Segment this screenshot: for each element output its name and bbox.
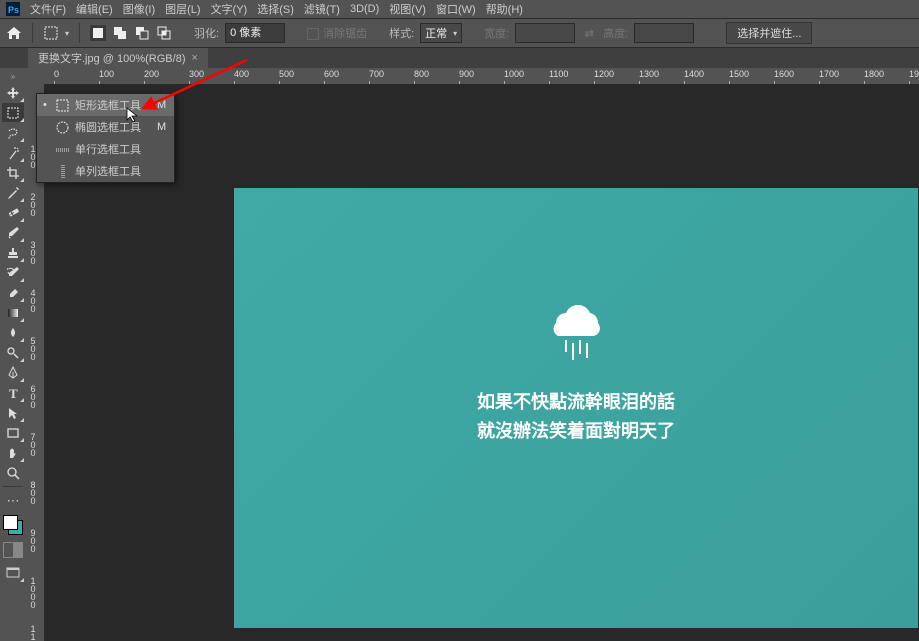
screen-mode-toggle[interactable] [2, 563, 24, 582]
dodge-tool[interactable] [2, 343, 24, 362]
height-input [634, 23, 694, 43]
selection-new-icon[interactable] [90, 25, 106, 41]
menu-help[interactable]: 帮助(H) [486, 1, 523, 17]
toolbar-grip[interactable]: » [2, 72, 24, 82]
selection-subtract-icon[interactable] [134, 25, 150, 41]
canvas[interactable]: 如果不快點流幹眼泪的話 就沒辦法笑着面對明天了 [234, 188, 918, 628]
marquee-flyout: • 矩形选框工具 M 椭圆选框工具 M 单行选框工具 单列选框工具 [36, 93, 175, 183]
flyout-col-marquee[interactable]: 单列选框工具 [37, 160, 174, 182]
menu-image[interactable]: 图像(I) [123, 1, 155, 17]
wand-tool[interactable] [2, 143, 24, 162]
text-line-1: 如果不快點流幹眼泪的話 [234, 388, 918, 417]
style-dropdown[interactable]: 正常▾ [420, 23, 462, 43]
eraser-tool[interactable] [2, 283, 24, 302]
menu-window[interactable]: 窗口(W) [436, 1, 476, 17]
selection-intersect-icon[interactable] [156, 25, 172, 41]
color-swatches[interactable] [3, 515, 23, 535]
canvas-text: 如果不快點流幹眼泪的話 就沒辦法笑着面對明天了 [234, 388, 918, 446]
stamp-tool[interactable] [2, 243, 24, 262]
healing-tool[interactable] [2, 203, 24, 222]
pen-tool[interactable] [2, 363, 24, 382]
blur-tool[interactable] [2, 323, 24, 342]
feather-label: 羽化: [194, 25, 219, 41]
svg-text:T: T [9, 386, 18, 400]
zoom-tool[interactable] [2, 463, 24, 482]
separator [79, 23, 80, 43]
text-line-2: 就沒辦法笑着面對明天了 [234, 417, 918, 446]
home-icon[interactable] [6, 25, 22, 41]
style-label: 样式: [389, 25, 414, 41]
menu-file[interactable]: 文件(F) [30, 1, 66, 17]
menu-edit[interactable]: 编辑(E) [76, 1, 113, 17]
menubar: Ps 文件(F) 编辑(E) 图像(I) 图层(L) 文字(Y) 选择(S) 滤… [0, 0, 919, 19]
quick-mask-toggle[interactable] [3, 542, 23, 558]
ruler-origin[interactable] [26, 68, 45, 85]
tools-panel: » T ⋯ [0, 68, 27, 641]
ruler-horizontal[interactable]: 0100200300400500600700800900100011001200… [44, 68, 919, 85]
marquee-tool[interactable] [2, 103, 24, 122]
row-marquee-icon [55, 142, 69, 156]
hand-tool[interactable] [2, 443, 24, 462]
brush-tool[interactable] [2, 223, 24, 242]
flyout-row-marquee[interactable]: 单行选框工具 [37, 138, 174, 160]
cloud-graphic [536, 288, 616, 371]
document-tabbar: 更换文字.jpg @ 100%(RGB/8) × [0, 48, 919, 69]
eyedropper-tool[interactable] [2, 183, 24, 202]
menu-filter[interactable]: 滤镜(T) [304, 1, 340, 17]
edit-toolbar-icon[interactable]: ⋯ [2, 491, 24, 510]
separator [32, 23, 33, 43]
select-and-mask-button[interactable]: 选择并遮住... [726, 22, 812, 44]
antialias-checkbox: 消除锯齿 [307, 25, 367, 41]
type-tool[interactable]: T [2, 383, 24, 402]
rect-marquee-icon [55, 98, 69, 112]
tool-preset-dropdown[interactable]: ▾ [65, 29, 69, 38]
menu-type[interactable]: 文字(Y) [211, 1, 248, 17]
menu-view[interactable]: 视图(V) [389, 1, 426, 17]
options-bar: ▾ 羽化: 0 像素 消除锯齿 样式: 正常▾ 宽度: ⇄ 高度: 选择并遮住.… [0, 19, 919, 48]
lasso-tool[interactable] [2, 123, 24, 142]
selection-add-icon[interactable] [112, 25, 128, 41]
document-tab[interactable]: 更换文字.jpg @ 100%(RGB/8) × [28, 48, 208, 68]
svg-text:Ps: Ps [8, 5, 19, 15]
app-icon: Ps [6, 2, 20, 16]
gradient-tool[interactable] [2, 303, 24, 322]
ellipse-marquee-icon [55, 120, 69, 134]
rectangle-tool[interactable] [2, 423, 24, 442]
tab-title: 更换文字.jpg @ 100%(RGB/8) [38, 50, 186, 66]
width-label: 宽度: [484, 25, 509, 41]
menu-select[interactable]: 选择(S) [257, 1, 294, 17]
active-tool-icon[interactable] [43, 25, 59, 41]
crop-tool[interactable] [2, 163, 24, 182]
menu-3d[interactable]: 3D(D) [350, 3, 379, 15]
width-input [515, 23, 575, 43]
move-tool[interactable] [2, 83, 24, 102]
swap-wh-icon: ⇄ [581, 25, 597, 41]
history-brush-tool[interactable] [2, 263, 24, 282]
close-icon[interactable]: × [192, 52, 198, 64]
foreground-color-swatch[interactable] [3, 515, 18, 530]
menu-layer[interactable]: 图层(L) [165, 1, 200, 17]
path-select-tool[interactable] [2, 403, 24, 422]
height-label: 高度: [603, 25, 628, 41]
feather-input[interactable]: 0 像素 [225, 23, 285, 43]
col-marquee-icon [55, 164, 69, 178]
flyout-rect-marquee[interactable]: • 矩形选框工具 M [37, 94, 174, 116]
flyout-ellipse-marquee[interactable]: 椭圆选框工具 M [37, 116, 174, 138]
